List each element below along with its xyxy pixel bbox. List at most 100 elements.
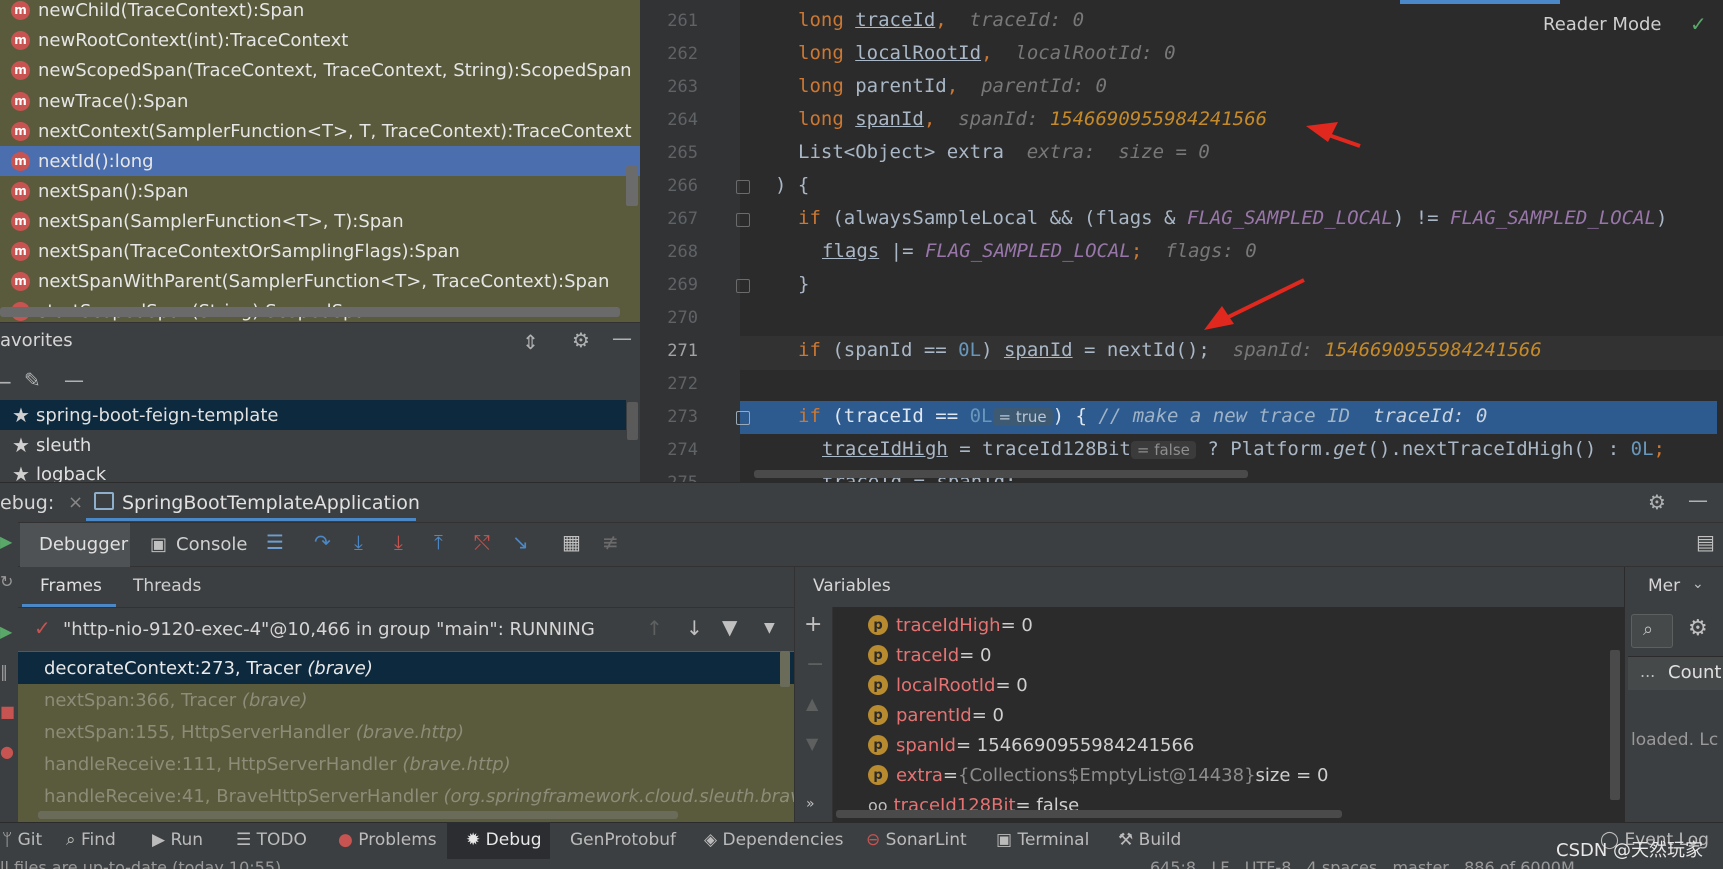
- chevron-down-icon[interactable]: ▼: [764, 620, 775, 636]
- variables-horizontal-scrollbar[interactable]: [836, 810, 1342, 818]
- code-line-267[interactable]: if (alwaysSampleLocal && (flags & FLAG_S…: [798, 207, 1667, 229]
- chevron-down-icon[interactable]: ⌄: [1692, 576, 1704, 592]
- variable-row[interactable]: p extra = {Collections$EmptyList@14438} s…: [868, 760, 1328, 790]
- stop-icon[interactable]: ■: [0, 702, 15, 721]
- toolwindow-run[interactable]: ▶ Run: [152, 830, 203, 850]
- resume-icon[interactable]: ▶: [0, 532, 12, 551]
- gear-icon[interactable]: ⚙: [1648, 490, 1666, 514]
- toolwindow-dependencies[interactable]: ◈ Dependencies: [704, 830, 843, 850]
- frame-row[interactable]: handleReceive:111, HttpServerHandler (br…: [18, 748, 794, 780]
- structure-item-selected[interactable]: m nextId():long: [0, 146, 640, 176]
- favorites-item[interactable]: ★ spring-boot-feign-template: [0, 400, 626, 430]
- structure-item[interactable]: m newRootContext(int):TraceContext: [0, 25, 640, 55]
- favorites-item[interactable]: ★ sleuth: [0, 430, 626, 460]
- arrow-up-icon[interactable]: ↑: [646, 616, 663, 640]
- structure-item[interactable]: m nextSpan(SamplerFunction<T>, T):Span: [0, 206, 640, 236]
- memory-tab[interactable]: Mer: [1648, 576, 1680, 596]
- step-into-icon[interactable]: ⤓: [354, 530, 363, 554]
- resume-program-icon[interactable]: ▶: [0, 622, 12, 641]
- frames-horizontal-scrollbar[interactable]: [38, 811, 678, 819]
- structure-item[interactable]: m newTrace():Span: [0, 86, 640, 116]
- favorites-item[interactable]: ★ logback: [0, 459, 626, 482]
- minimize-icon[interactable]: —: [1688, 488, 1708, 512]
- toolwindow-git[interactable]: ᛘ Git: [2, 830, 42, 850]
- debugger-tab[interactable]: Debugger: [39, 534, 128, 555]
- structure-scrollbar[interactable]: [626, 166, 638, 206]
- frames-scrollbar[interactable]: [780, 651, 790, 687]
- evaluate-expression-icon[interactable]: ▦: [562, 530, 581, 554]
- console-tab[interactable]: Console: [176, 534, 247, 555]
- structure-item[interactable]: m nextSpanWithParent(SamplerFunction<T>, …: [0, 266, 640, 296]
- drop-frame-icon[interactable]: ⤲: [474, 530, 490, 554]
- delete-icon[interactable]: —: [64, 368, 84, 392]
- structure-item[interactable]: m nextContext(SamplerFunction<T>, T, Trac…: [0, 116, 640, 146]
- variable-row[interactable]: p parentId = 0: [868, 700, 1004, 730]
- trace-stream-icon[interactable]: ≢: [602, 530, 619, 554]
- minimize-icon[interactable]: —: [612, 326, 632, 350]
- variable-row[interactable]: p traceIdHigh = 0: [868, 610, 1033, 640]
- thread-name[interactable]: "http-nio-9120-exec-4"@10,466 in group "…: [63, 619, 595, 640]
- code-line-269[interactable]: }: [798, 273, 809, 295]
- view-breakpoints-icon[interactable]: ●: [0, 742, 14, 761]
- toolwindow-genprotobuf[interactable]: GenProtobuf: [570, 830, 676, 850]
- remove-watch-icon[interactable]: −: [806, 652, 824, 677]
- show-execution-point-icon[interactable]: ☰: [266, 530, 284, 554]
- layout-settings-icon[interactable]: ▤: [1696, 530, 1715, 554]
- arrow-down-icon[interactable]: ↓: [686, 616, 703, 640]
- code-line-273[interactable]: if (traceId == 0L = true) { // make a new…: [798, 405, 1487, 427]
- run-config-tab[interactable]: SpringBootTemplateApplication: [122, 492, 420, 514]
- step-out-icon[interactable]: ⤒: [434, 530, 443, 554]
- code-line-264[interactable]: long spanId, spanId: 1546690955984241566: [798, 108, 1267, 130]
- tab-frames[interactable]: Frames: [40, 576, 102, 596]
- code-line-266[interactable]: ) {: [775, 174, 809, 196]
- force-step-into-icon[interactable]: ⤓: [394, 530, 403, 554]
- editor-horizontal-scrollbar[interactable]: [754, 470, 1248, 478]
- pause-icon[interactable]: ‖: [0, 662, 8, 681]
- frame-row[interactable]: handleReceive:41, BraveHttpServerHandler…: [18, 780, 794, 812]
- tab-threads[interactable]: Threads: [133, 576, 201, 596]
- variable-row[interactable]: p spanId = 1546690955984241566: [868, 730, 1194, 760]
- gear-icon[interactable]: ⚙: [1688, 616, 1708, 641]
- structure-item[interactable]: m nextSpan():Span: [0, 176, 640, 206]
- edit-icon[interactable]: ✎: [24, 368, 41, 392]
- code-line-268[interactable]: flags |= FLAG_SAMPLED_LOCAL; flags: 0: [822, 240, 1257, 262]
- toolwindow-problems[interactable]: ● Problems: [338, 830, 437, 850]
- structure-item[interactable]: m newChild(TraceContext):Span: [0, 0, 640, 25]
- remove-icon[interactable]: −: [0, 370, 13, 394]
- fold-marker-icon[interactable]: [736, 279, 750, 293]
- close-icon[interactable]: ×: [68, 492, 83, 513]
- structure-item[interactable]: m nextSpan(TraceContextOrSamplingFlags):S…: [0, 236, 640, 266]
- fold-marker-icon[interactable]: [736, 411, 750, 425]
- expand-icon[interactable]: »: [806, 796, 815, 812]
- rerun-icon[interactable]: ↻: [0, 572, 13, 591]
- code-line-271[interactable]: if (spanId == 0L) spanId = nextId(); spa…: [798, 339, 1542, 361]
- toolwindow-todo[interactable]: ☰ TODO: [236, 830, 307, 850]
- structure-item[interactable]: m newScopedSpan(TraceContext, TraceContex…: [0, 55, 640, 85]
- code-line-262[interactable]: long localRootId, localRootId: 0: [798, 42, 1176, 64]
- frame-row[interactable]: nextSpan:366, Tracer (brave): [18, 684, 794, 716]
- toolwindow-find[interactable]: ⌕ Find: [66, 830, 116, 850]
- move-down-icon[interactable]: ▼: [806, 734, 818, 753]
- structure-horizontal-scrollbar[interactable]: [0, 307, 620, 317]
- favorites-scrollbar[interactable]: [627, 402, 638, 440]
- toolwindow-build[interactable]: ⚒ Build: [1118, 830, 1181, 850]
- filter-icon[interactable]: ▼: [722, 615, 737, 639]
- gear-icon[interactable]: ⚙: [572, 328, 590, 352]
- code-line-274[interactable]: traceIdHigh = traceId128Bit = false ? Pla…: [822, 438, 1665, 460]
- run-to-cursor-icon[interactable]: ↘: [512, 530, 529, 554]
- toolwindow-debug[interactable]: ✹ Debug: [466, 830, 542, 850]
- fold-marker-icon[interactable]: [736, 213, 750, 227]
- collapse-all-icon[interactable]: ⇕: [522, 330, 539, 354]
- frame-row-selected[interactable]: decorateContext:273, Tracer (brave): [18, 652, 794, 684]
- toolwindow-terminal[interactable]: ▣ Terminal: [996, 830, 1089, 850]
- code-line-261[interactable]: long traceId, traceId: 0: [798, 9, 1084, 31]
- memory-count-header[interactable]: Count: [1668, 662, 1721, 683]
- variable-row[interactable]: p traceId = 0: [868, 640, 991, 670]
- code-line-265[interactable]: List<Object> extra extra: size = 0: [798, 141, 1210, 163]
- code-line-263[interactable]: long parentId, parentId: 0: [798, 75, 1107, 97]
- variable-row[interactable]: p localRootId = 0: [868, 670, 1028, 700]
- variables-scrollbar[interactable]: [1610, 650, 1620, 800]
- fold-marker-icon[interactable]: [736, 180, 750, 194]
- toolwindow-sonarlint[interactable]: ⊖ SonarLint: [866, 830, 967, 850]
- frame-row[interactable]: nextSpan:155, HttpServerHandler (brave.h…: [18, 716, 794, 748]
